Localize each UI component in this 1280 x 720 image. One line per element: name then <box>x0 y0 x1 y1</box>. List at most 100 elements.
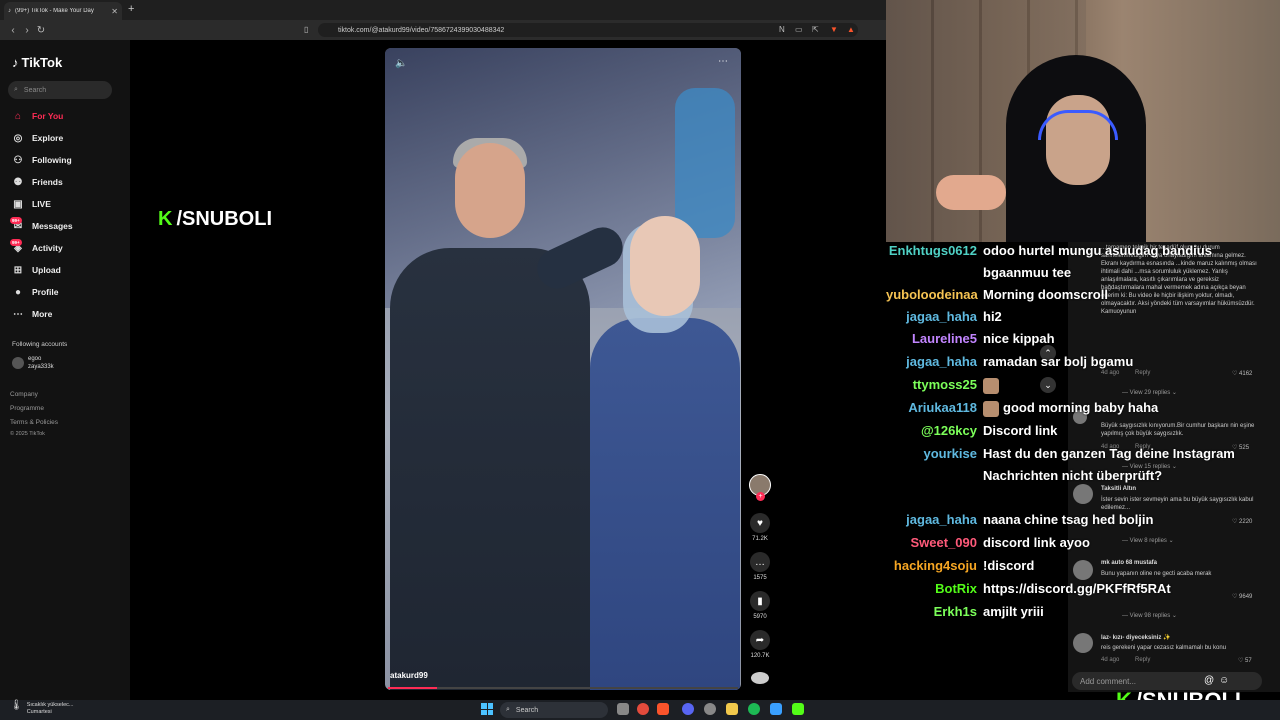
sidebar-item-explore[interactable]: ◎ Explore <box>12 131 64 145</box>
reply-link[interactable]: Reply <box>1135 657 1150 663</box>
spotify-icon[interactable] <box>748 703 760 715</box>
tiktok-note-icon: ♪ <box>12 55 19 70</box>
opera-icon[interactable] <box>637 703 649 715</box>
sidebar-item-messages[interactable]: ✉ 99+ Messages <box>10 216 73 233</box>
comment-author[interactable]: laz- kızı- diyeceksiniz ✨ <box>1101 634 1171 641</box>
video-figure <box>590 318 740 690</box>
brave-rewards-icon[interactable]: ▲ <box>847 25 855 34</box>
chat-username[interactable]: BotRix <box>886 578 983 600</box>
sidebar-item-live[interactable]: ▣ LIVE <box>12 197 51 211</box>
disc-icon <box>751 672 769 684</box>
messages-badge: 99+ <box>10 216 22 224</box>
comment-time: 4d ago <box>1101 657 1120 663</box>
save-button[interactable]: ▮ 5970 <box>749 591 771 620</box>
windows-start-icon[interactable] <box>481 703 493 715</box>
chat-username[interactable]: Erkh1s <box>886 601 983 623</box>
sidebar-item-label: Upload <box>32 265 61 275</box>
share-button[interactable]: ➦ 120.7K <box>749 630 771 659</box>
emoji-icon[interactable]: ☺ <box>1219 675 1229 686</box>
following-accounts-heading: Following accounts <box>12 341 68 348</box>
browser-tab[interactable]: ♪ (99+) TikTok - Make Your Day ✕ <box>4 2 122 20</box>
chat-username[interactable]: Laureline5 <box>886 328 983 350</box>
video-progress-bar[interactable] <box>388 687 738 689</box>
search-input[interactable]: ⌕ Search <box>8 81 112 99</box>
app-icon[interactable] <box>770 703 782 715</box>
share-icon: ➦ <box>750 630 770 650</box>
brave-shield-icon[interactable]: ▼ <box>830 25 838 34</box>
sidebar-item-for-you[interactable]: ⌂ For You <box>12 109 63 123</box>
more-options-icon[interactable]: ⋯ <box>718 56 728 67</box>
weather-text: Sıcaklık yükselec... <box>26 702 74 708</box>
following-account[interactable]: egoo zaya333k <box>12 355 54 371</box>
discord-icon[interactable] <box>682 703 694 715</box>
chat-username[interactable]: yourkise <box>886 443 983 487</box>
chat-username[interactable]: jagaa_haha <box>886 306 983 328</box>
video-player[interactable]: 🔈 ⋯ <box>385 48 741 690</box>
new-tab-button[interactable]: + <box>128 3 134 15</box>
sidebar-item-friends[interactable]: ⚉ Friends <box>12 175 63 189</box>
url-field[interactable]: tiktok.com/@atakurd99/video/758672439903… <box>318 23 858 37</box>
taskbar-search[interactable]: ⌕ Search <box>500 702 608 718</box>
chat-username[interactable]: @126kcy <box>886 420 983 442</box>
chat-username[interactable]: jagaa_haha <box>886 351 983 373</box>
reload-icon[interactable]: ↻ <box>34 25 48 36</box>
like-button[interactable]: ♥ 71.2K <box>749 513 771 542</box>
sidebar-item-label: For You <box>32 111 64 121</box>
footer-terms-link[interactable]: Terms & Policies <box>10 419 58 426</box>
chat-text: Discord link <box>983 423 1058 438</box>
comment-button[interactable]: … 1575 <box>749 552 771 581</box>
weather-widget[interactable]: 🌡 Sıcaklık yükselec... Cumartesi <box>10 701 74 716</box>
chat-username[interactable]: ttymoss25 <box>886 374 983 396</box>
bookmark-icon[interactable]: ▯ <box>304 25 308 34</box>
kick-app-icon[interactable] <box>792 703 804 715</box>
video-figure <box>675 88 735 238</box>
sidebar-item-profile[interactable]: ● Profile <box>12 285 58 299</box>
close-tab-icon[interactable]: ✕ <box>111 7 118 16</box>
brave-icon[interactable] <box>657 703 669 715</box>
sidebar-item-following[interactable]: ⚇ Following <box>12 153 72 167</box>
tiktok-logo[interactable]: ♪ TikTok <box>12 55 62 70</box>
footer-programme-link[interactable]: Programme <box>10 405 44 412</box>
chat-text: Hast du den ganzen Tag deine Instagram N… <box>983 446 1235 483</box>
forward-icon[interactable]: › <box>20 25 34 36</box>
chat-text: naana chine tsag hed boljin <box>983 512 1154 527</box>
screen-icon[interactable]: ▭ <box>795 25 803 34</box>
sidebar-item-upload[interactable]: ⊞ Upload <box>12 263 61 277</box>
sidebar-item-label: Following <box>32 155 72 165</box>
chat-message: BotRix https://discord.gg/PKFfRf5RAt <box>886 578 1280 600</box>
chat-username[interactable]: Ariukaa118 <box>886 397 983 419</box>
chat-username[interactable]: hacking4soju <box>886 555 983 577</box>
webcam-object <box>936 175 1006 210</box>
chat-message: Sweet_090 discord link ayoo <box>886 532 1280 554</box>
avatar[interactable] <box>1073 484 1093 504</box>
avatar[interactable] <box>1073 633 1093 653</box>
chat-message: jagaa_haha naana chine tsag hed boljin <box>886 509 1280 531</box>
friends-icon: ⚉ <box>13 176 23 188</box>
sidebar-item-more[interactable]: ⋯ More <box>12 307 52 321</box>
comment-like-count[interactable]: ♡ 57 <box>1238 657 1252 664</box>
follow-plus-icon[interactable]: + <box>756 492 765 501</box>
chat-username[interactable]: jagaa_haha <box>886 509 983 531</box>
chat-username[interactable]: Enkhtugs0612 <box>886 240 983 284</box>
account-name: egoo <box>28 356 42 362</box>
mention-icon[interactable]: @ <box>1204 675 1214 686</box>
chat-text: !discord <box>983 558 1035 573</box>
chat-username[interactable]: Sweet_090 <box>886 532 983 554</box>
back-icon[interactable]: ‹ <box>6 25 20 36</box>
video-figure <box>390 248 590 690</box>
video-username[interactable]: atakurd99 <box>390 671 428 680</box>
share-page-icon[interactable]: ⇱ <box>812 25 819 34</box>
music-disc-icon[interactable] <box>749 672 771 684</box>
chat-message: Enkhtugs0612 odoo hurtel mungu asuudag ba… <box>886 240 1280 284</box>
extension-icon[interactable]: N <box>779 25 785 34</box>
sidebar-item-activity[interactable]: ◈ 99+ Activity <box>10 238 63 255</box>
task-view-icon[interactable] <box>617 703 629 715</box>
chat-username[interactable]: yuboloodeinaa <box>886 284 983 306</box>
volume-icon[interactable]: 🔈 <box>395 58 407 69</box>
app-icon[interactable] <box>704 703 716 715</box>
footer-company-link[interactable]: Company <box>10 391 38 398</box>
webcam-overlay <box>886 0 1280 242</box>
chat-text-wrapper: Morning doomscroll <box>983 284 1273 306</box>
streamer-figure <box>1046 95 1110 185</box>
file-explorer-icon[interactable] <box>726 703 738 715</box>
